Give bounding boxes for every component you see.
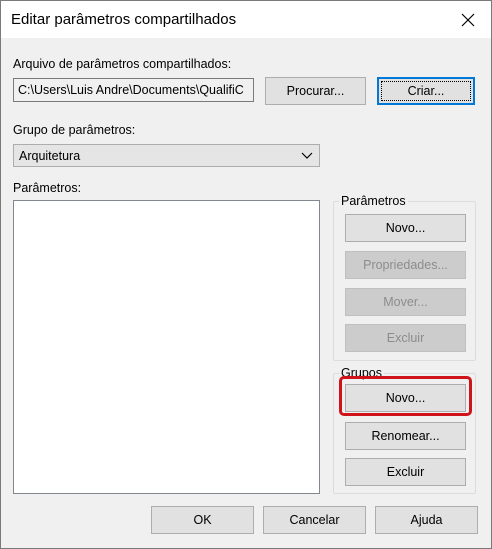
highlight-box bbox=[339, 376, 472, 416]
parameter-group-label: Grupo de parâmetros: bbox=[13, 123, 136, 137]
window-title: Editar parâmetros compartilhados bbox=[11, 11, 237, 28]
delete-parameter-button[interactable]: Excluir bbox=[345, 324, 466, 352]
title-bar: Editar parâmetros compartilhados bbox=[1, 1, 491, 38]
close-icon bbox=[461, 13, 475, 26]
rename-group-button[interactable]: Renomear... bbox=[345, 422, 466, 450]
ok-button[interactable]: OK bbox=[151, 506, 254, 534]
parameter-group-select[interactable]: Arquitetura bbox=[13, 144, 320, 167]
browse-button[interactable]: Procurar... bbox=[265, 77, 366, 105]
parameter-group-value: Arquitetura bbox=[19, 149, 81, 163]
shared-parameters-dialog: Editar parâmetros compartilhados Arquivo… bbox=[0, 0, 492, 549]
cancel-button[interactable]: Cancelar bbox=[263, 506, 366, 534]
move-parameter-button[interactable]: Mover... bbox=[345, 288, 466, 316]
parameter-properties-button[interactable]: Propriedades... bbox=[345, 251, 466, 279]
delete-group-button[interactable]: Excluir bbox=[345, 458, 466, 486]
shared-parameters-file-field[interactable]: C:\Users\Luis Andre\Documents\QualifiC bbox=[13, 78, 254, 102]
chevron-down-icon bbox=[301, 152, 313, 159]
parameters-list[interactable] bbox=[13, 200, 320, 494]
create-button[interactable]: Criar... bbox=[377, 77, 475, 105]
help-button[interactable]: Ajuda bbox=[375, 506, 478, 534]
new-parameter-button[interactable]: Novo... bbox=[345, 214, 466, 242]
parameters-list-label: Parâmetros: bbox=[13, 181, 82, 195]
parameters-groupbox-title: Parâmetros bbox=[339, 194, 408, 208]
file-label: Arquivo de parâmetros compartilhados: bbox=[13, 57, 232, 71]
close-button[interactable] bbox=[445, 1, 491, 38]
